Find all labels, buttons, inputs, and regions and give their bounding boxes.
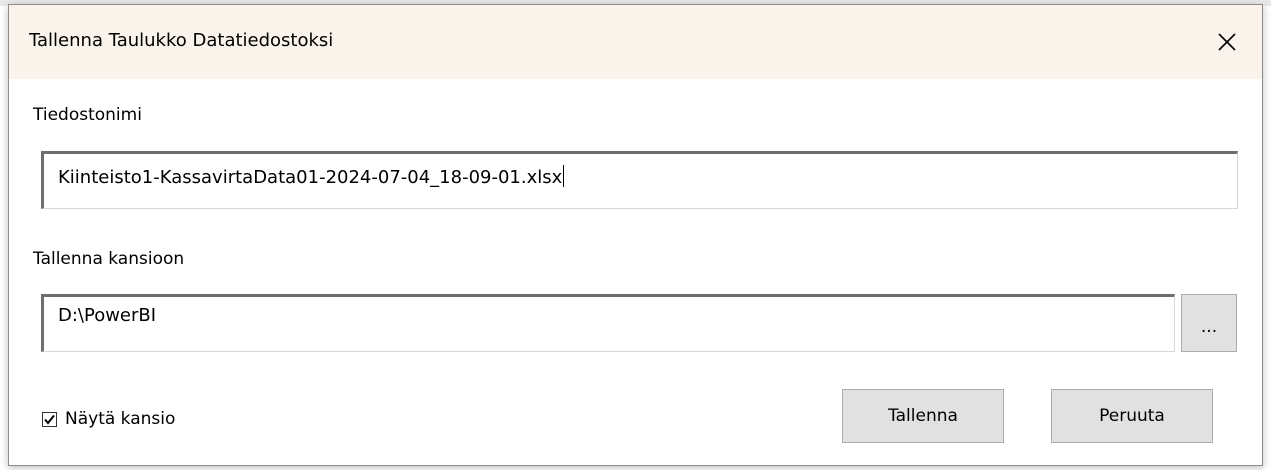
show-folder-option[interactable]: Näytä kansio [42,409,175,429]
close-icon [1218,33,1236,51]
checkmark-icon [44,414,55,425]
save-dialog: Tallenna Taulukko Datatiedostoksi Tiedos… [8,4,1263,466]
save-button[interactable]: Tallenna [842,389,1004,443]
folder-label: Tallenna kansioon [33,249,185,269]
filename-label: Tiedostonimi [33,105,142,125]
folder-value: D:\PowerBI [58,305,157,326]
folder-input[interactable]: D:\PowerBI [41,294,1175,352]
show-folder-checkbox[interactable] [42,411,57,427]
filename-value: Kiinteisto1-KassavirtaData01-2024-07-04_… [58,167,563,188]
show-folder-label: Näytä kansio [65,409,176,429]
dialog-titlebar: Tallenna Taulukko Datatiedostoksi [9,5,1262,79]
cancel-button[interactable]: Peruuta [1051,389,1213,443]
filename-input[interactable]: Kiinteisto1-KassavirtaData01-2024-07-04_… [41,151,1238,209]
dialog-title: Tallenna Taulukko Datatiedostoksi [29,30,334,51]
close-button[interactable] [1192,5,1262,79]
browse-folder-button[interactable]: ... [1181,294,1237,352]
text-caret [563,165,565,187]
